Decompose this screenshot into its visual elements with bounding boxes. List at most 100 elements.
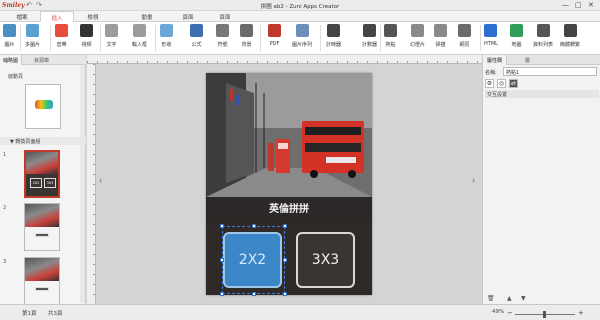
name-field[interactable]: 熱點1: [503, 67, 597, 76]
menu-tab-animation[interactable]: 動畫: [130, 13, 164, 21]
prev-page-arrow[interactable]: ‹: [99, 176, 102, 185]
ribbon-shape-button[interactable]: 形狀: [160, 24, 173, 48]
ribbon-button-label: 視頻: [81, 42, 92, 48]
ribbon-button-label: 公式: [191, 42, 202, 48]
ribbon-data-list-button[interactable]: 資料列表: [533, 24, 553, 48]
zoom-slider-knob[interactable]: [543, 311, 547, 318]
ribbon-html-button[interactable]: HTML: [484, 24, 498, 47]
ribbon-pdf-button[interactable]: PDF: [268, 24, 281, 47]
next-page-arrow[interactable]: ›: [472, 176, 475, 185]
gear-icon[interactable]: ⚙: [485, 79, 494, 88]
page-number: 3: [3, 259, 7, 265]
menu-bar: 檔案 插入 檢視 動畫 頁面 頁面 ?: [0, 11, 600, 32]
properties-panel: 屬性欄 層 名稱: 熱點1 ⚙ ◎ ⇄ 交互設置 🗑 ▲ ▼: [482, 55, 600, 304]
delete-icon[interactable]: 🗑: [487, 295, 495, 302]
resize-handle-sw[interactable]: [220, 292, 224, 296]
page-thumbnail[interactable]: [24, 257, 60, 305]
tab-layers[interactable]: 層: [525, 57, 530, 64]
interaction-settings-header: 交互設置: [485, 90, 599, 98]
resize-handle-n[interactable]: [252, 224, 256, 228]
text-icon: [105, 24, 118, 37]
ribbon-background-button[interactable]: 背景: [240, 24, 253, 48]
tab-thumbnails[interactable]: 縮略圖: [0, 55, 23, 65]
link-icon[interactable]: ⇄: [509, 79, 518, 88]
zoom-in-button[interactable]: +: [578, 309, 584, 317]
ribbon-map-button[interactable]: 地圖: [510, 24, 523, 48]
zoom-out-button[interactable]: −: [507, 309, 513, 317]
ribbon-separator: [100, 25, 101, 51]
menu-tab-view[interactable]: 檢視: [76, 13, 110, 21]
ribbon-button-label: 幻燈片: [410, 42, 426, 48]
window-title: 拼圖 ab2 - Zuni Apps Creator: [260, 4, 340, 10]
ribbon-scan-button[interactable]: 掃描: [434, 24, 447, 48]
ribbon-music-button[interactable]: 音樂: [55, 24, 68, 48]
page-caption: 英倫拼拼: [206, 197, 372, 223]
resize-handle-se[interactable]: [283, 292, 287, 296]
resize-handle-w[interactable]: [220, 258, 224, 262]
thumbnail-photo: [25, 258, 59, 281]
ribbon-image-button[interactable]: 圖片: [3, 24, 16, 48]
london-street-photo: [206, 73, 372, 197]
zoom-level: 49%: [492, 309, 505, 315]
maximize-button[interactable]: □: [575, 1, 582, 9]
ribbon-button-label: 網頁: [459, 42, 470, 48]
page-group-header[interactable]: ▼ 轉換頁面組: [0, 137, 86, 145]
page-thumbnail[interactable]: [24, 203, 60, 251]
horizontal-ruler: [87, 55, 482, 64]
left-scrollbar[interactable]: [80, 65, 85, 303]
ribbon-button-label: 計數器: [362, 42, 378, 48]
tab-resources[interactable]: 資源庫: [34, 57, 49, 64]
convert-icon: [563, 24, 577, 37]
button-3x3[interactable]: 3X3: [296, 232, 355, 288]
menu-tab-file[interactable]: 檔案: [5, 13, 39, 21]
ribbon-timer-button[interactable]: 計時器: [326, 24, 341, 48]
down-icon[interactable]: ▼: [521, 295, 526, 302]
ribbon-text-button[interactable]: 文字: [105, 24, 118, 48]
image-sequence-icon: [295, 24, 309, 37]
ribbon-video-button[interactable]: 視頻: [80, 24, 93, 48]
ribbon-button-label: 文字: [106, 42, 117, 48]
ribbon-convert-button[interactable]: 簡體轉繁: [560, 24, 580, 48]
close-button[interactable]: ✕: [588, 1, 594, 9]
resize-handle-nw[interactable]: [220, 224, 224, 228]
ribbon-separator: [260, 25, 261, 51]
current-page-text: 第1頁: [22, 311, 37, 317]
minimize-button[interactable]: —: [562, 1, 569, 9]
target-icon[interactable]: ◎: [497, 79, 506, 88]
tab-properties[interactable]: 屬性欄: [483, 55, 508, 65]
menu-tab-page-2[interactable]: 頁面: [208, 13, 242, 21]
cover-page-label: 啟動頁: [8, 74, 24, 80]
name-label: 名稱:: [485, 70, 497, 76]
ribbon-input-box-button[interactable]: 輸入框: [132, 24, 147, 48]
ribbon-hotspot-button[interactable]: 熱點: [384, 24, 397, 48]
music-icon: [55, 24, 68, 37]
ribbon-formula-button[interactable]: 公式: [190, 24, 203, 48]
ribbon-image-sequence-button[interactable]: 圖片序列: [292, 24, 312, 48]
selection-frame[interactable]: [222, 226, 285, 294]
ribbon-button-label: 熱點: [385, 42, 396, 48]
page-thumbnail[interactable]: 2X2 3X3: [24, 150, 60, 198]
ribbon-button-label: 簡體轉繁: [560, 42, 581, 48]
symbol-icon: [216, 24, 229, 37]
ribbon-slideshow-button[interactable]: 幻燈片: [410, 24, 425, 48]
up-icon[interactable]: ▲: [507, 295, 512, 302]
ribbon-separator: [155, 25, 156, 51]
ribbon-symbol-button[interactable]: 符號: [216, 24, 229, 48]
resize-handle-ne[interactable]: [283, 224, 287, 228]
thumbnail-lower: [25, 227, 59, 250]
ribbon-counter-button[interactable]: 計數器: [362, 24, 377, 48]
ribbon-button-label: PDF: [269, 41, 280, 47]
ribbon-button-label: 圖片序列: [292, 42, 313, 48]
menu-tab-page[interactable]: 頁面: [171, 13, 205, 21]
ribbon-multi-image-button[interactable]: 多圖片: [25, 24, 40, 48]
right-panel-footer: 🗑 ▲ ▼: [485, 295, 599, 303]
resize-handle-s[interactable]: [252, 292, 256, 296]
vertical-ruler: [87, 64, 96, 304]
ribbon-webpage-button[interactable]: 網頁: [458, 24, 471, 48]
html-icon: [484, 24, 498, 37]
ribbon-button-label: 背景: [241, 42, 252, 48]
resize-handle-e[interactable]: [283, 258, 287, 262]
ribbon-separator: [480, 25, 481, 51]
cover-page-thumbnail[interactable]: [25, 84, 61, 129]
ribbon-separator: [380, 25, 381, 51]
